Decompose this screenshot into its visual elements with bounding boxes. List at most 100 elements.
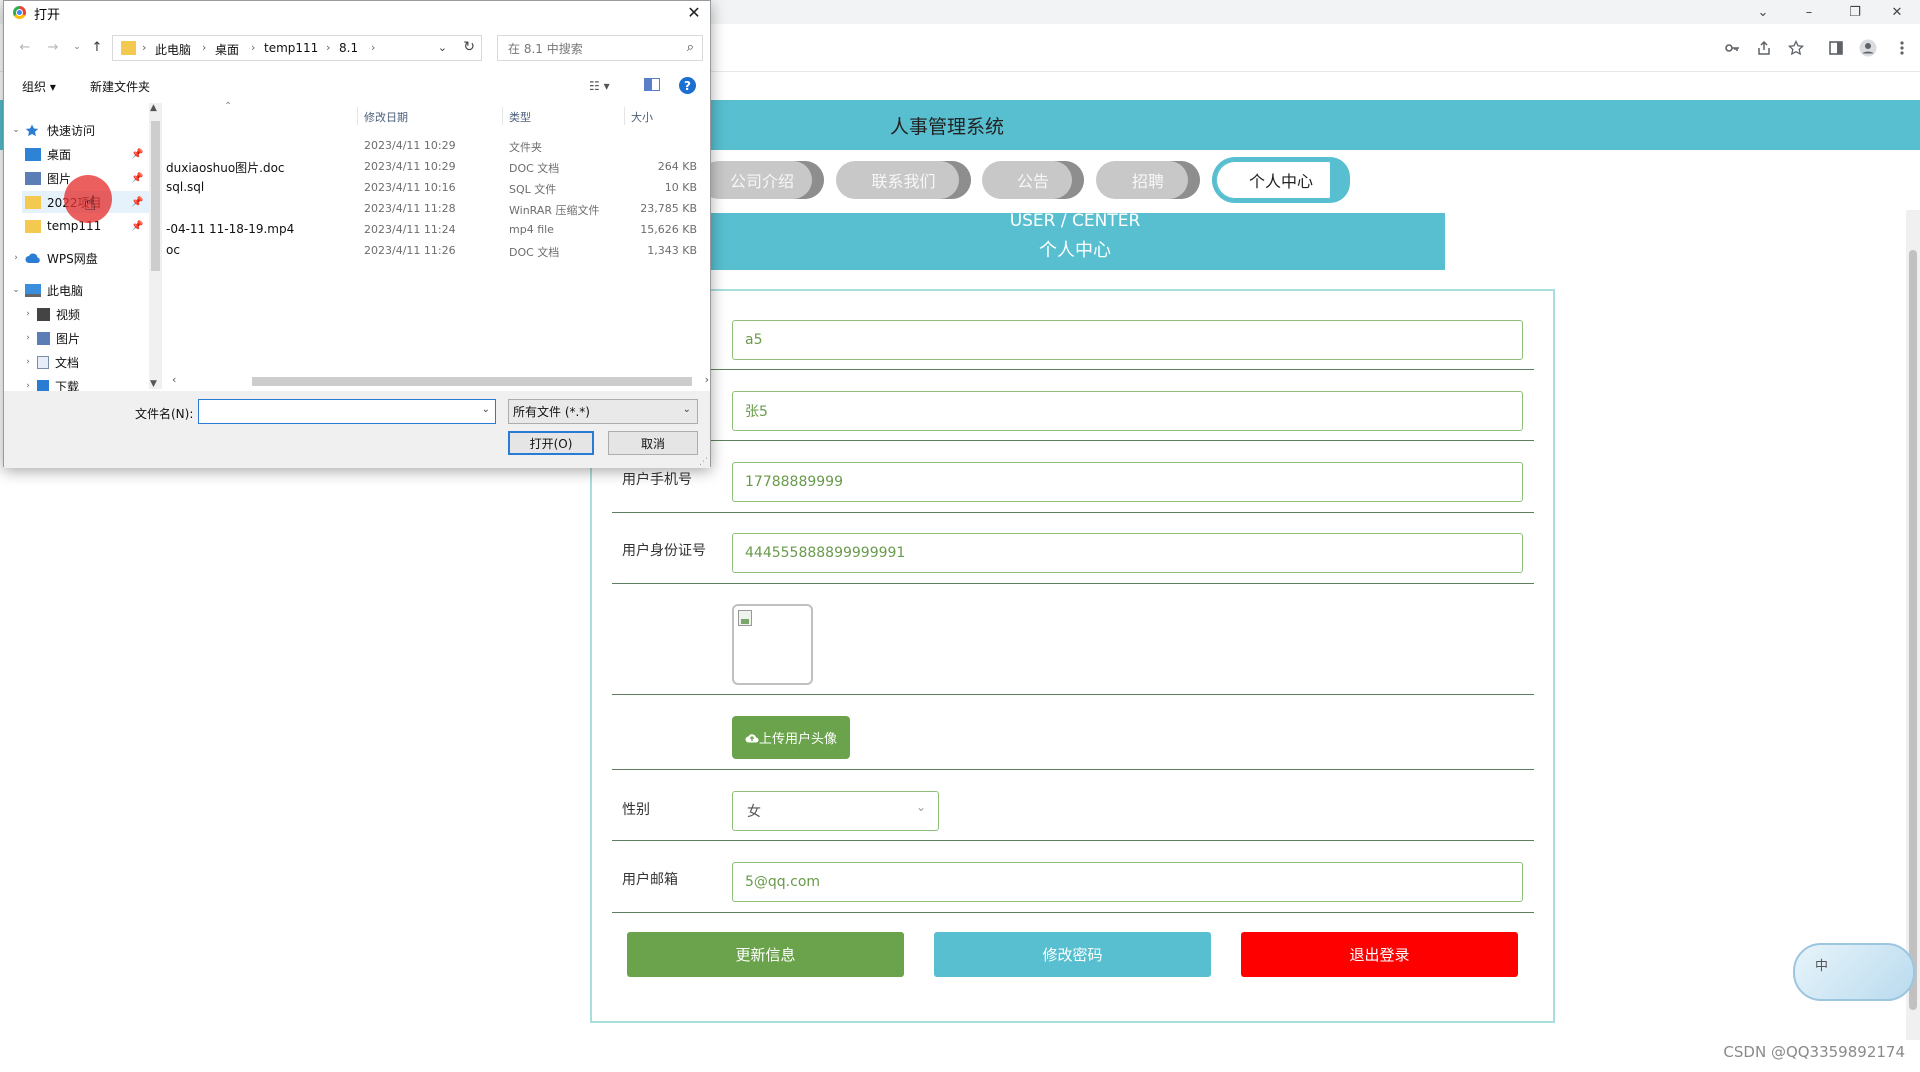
phone-label: 用户手机号	[622, 472, 692, 488]
key-icon[interactable]	[1720, 36, 1744, 60]
column-type[interactable]: 类型	[509, 109, 531, 125]
broken-image-icon	[738, 610, 752, 626]
idcard-field[interactable]: 444555888899999991	[732, 533, 1523, 573]
resize-grip-icon[interactable]: ⋰	[699, 457, 708, 467]
phone-field[interactable]: 17788889999	[732, 462, 1523, 502]
address-bar[interactable]: › 此电脑 › 桌面 › temp111 › 8.1 › ⌄ ↻	[112, 35, 482, 61]
tree-documents[interactable]: › 文档	[22, 351, 150, 373]
file-row[interactable]: oc 2023/4/11 11:26 DOC 文档 1,343 KB	[164, 240, 709, 261]
file-list-header: ⌃ 修改日期 类型 大小	[164, 101, 709, 127]
documents-icon	[37, 355, 49, 369]
tree-wps-cloud[interactable]: › WPS网盘	[10, 247, 150, 269]
chevron-down-icon: ⌄	[682, 404, 691, 415]
tree-quick-access[interactable]: ⌄ 快速访问	[10, 119, 150, 141]
organize-button[interactable]: 组织 ▾	[22, 78, 56, 95]
star-icon[interactable]	[1784, 36, 1808, 60]
upload-avatar-button[interactable]: 上传用户头像	[732, 716, 850, 759]
new-folder-button[interactable]: 新建文件夹	[90, 78, 150, 95]
profile-icon[interactable]	[1856, 36, 1880, 60]
filename-input[interactable]: ⌄	[198, 399, 496, 424]
breadcrumb-temp111[interactable]: temp111	[264, 41, 318, 55]
window-close-button[interactable]: ✕	[1874, 0, 1920, 24]
search-input[interactable]: 在 8.1 中搜索 ⌕	[497, 35, 703, 61]
site-title: 人事管理系统	[890, 116, 1005, 138]
ime-widget[interactable]: 中	[1793, 943, 1915, 1001]
scroll-right-icon[interactable]: ›	[705, 373, 709, 386]
back-arrow-icon[interactable]: ←	[16, 37, 34, 57]
scroll-left-icon[interactable]: ‹	[172, 373, 176, 386]
file-row[interactable]: sql.sql 2023/4/11 10:16 SQL 文件 10 KB	[164, 177, 709, 198]
column-date[interactable]: 修改日期	[364, 109, 408, 125]
dialog-titlebar: 打开 ✕	[4, 1, 710, 25]
row-divider	[612, 694, 1534, 695]
pictures-icon	[25, 171, 41, 185]
tab-search-icon[interactable]: ⌄	[1740, 0, 1786, 24]
view-options-icon[interactable]: ☷ ▾	[589, 79, 610, 93]
nav-tab-personal-center[interactable]: 个人中心	[1216, 157, 1350, 203]
chevron-down-icon[interactable]: ⌄	[438, 41, 447, 54]
email-label: 用户邮箱	[622, 872, 678, 888]
logout-button[interactable]: 退出登录	[1241, 932, 1518, 977]
nav-tab-notice[interactable]: 公告	[982, 161, 1084, 199]
row-divider	[612, 583, 1534, 584]
search-icon: ⌕	[686, 40, 694, 55]
idcard-label: 用户身份证号	[622, 543, 706, 559]
email-field[interactable]: 5@qq.com	[732, 862, 1523, 902]
file-row[interactable]: 2023/4/11 10:29 文件夹	[164, 135, 709, 156]
name-field[interactable]: 张5	[732, 391, 1523, 431]
sidebar-icon[interactable]	[1824, 36, 1848, 60]
forward-arrow-icon[interactable]: →	[44, 37, 62, 57]
pin-icon: 📌	[131, 196, 144, 208]
menu-icon[interactable]	[1890, 36, 1914, 60]
cloud-icon	[25, 252, 41, 265]
filetype-select[interactable]: 所有文件 (*.*) ⌄	[508, 399, 698, 424]
file-row[interactable]: 2023/4/11 11:28 WinRAR 压缩文件 23,785 KB	[164, 198, 709, 219]
update-info-button[interactable]: 更新信息	[627, 932, 904, 977]
close-icon[interactable]: ✕	[678, 1, 710, 23]
file-row[interactable]: -04-11 11-18-19.mp4 2023/4/11 11:24 mp4 …	[164, 219, 709, 240]
gender-select[interactable]: 女 ⌄	[732, 791, 939, 831]
section-banner: USER / CENTER 个人中心	[705, 213, 1445, 270]
recent-chevron-icon[interactable]: ⌄	[68, 37, 86, 57]
row-divider	[612, 512, 1534, 513]
gender-label: 性别	[622, 802, 650, 818]
preview-pane-icon[interactable]	[644, 78, 660, 91]
navigation-pane: ⌄ 快速访问 桌面 📌 图片 📌 2022项目 📌 temp111 📌 ›	[4, 101, 159, 391]
breadcrumb-8-1[interactable]: 8.1	[339, 41, 358, 55]
breadcrumb-desktop[interactable]: 桌面	[215, 41, 239, 58]
nav-tab-recruit[interactable]: 招聘	[1096, 161, 1200, 199]
tree-videos[interactable]: › 视频	[22, 303, 150, 325]
change-password-button[interactable]: 修改密码	[934, 932, 1211, 977]
refresh-icon[interactable]: ↻	[463, 39, 475, 55]
nav-tab-company[interactable]: 公司介绍	[700, 161, 824, 199]
page-scrollbar[interactable]	[1906, 210, 1920, 1040]
minimize-button[interactable]: –	[1786, 0, 1832, 24]
tree-this-pc[interactable]: ⌄ 此电脑	[10, 279, 150, 301]
cancel-button[interactable]: 取消	[608, 431, 698, 455]
tree-downloads[interactable]: › 下载	[22, 375, 150, 391]
banner-title-cn: 个人中心	[1039, 240, 1111, 261]
file-row[interactable]: duxiaoshuo图片.doc 2023/4/11 10:29 DOC 文档 …	[164, 156, 709, 177]
username-field[interactable]: a5	[732, 320, 1523, 360]
tree-pictures-pc[interactable]: › 图片	[22, 327, 150, 349]
nav-pane-scrollbar[interactable]: ▲ ▼	[149, 103, 162, 389]
chevron-down-icon[interactable]: ⌄	[482, 404, 490, 415]
column-size[interactable]: 大小	[631, 109, 653, 125]
share-icon[interactable]	[1752, 36, 1776, 60]
restore-button[interactable]: ❐	[1832, 0, 1878, 24]
open-button[interactable]: 打开(O)	[508, 431, 594, 455]
pin-icon: 📌	[131, 172, 144, 184]
up-arrow-icon[interactable]: ↑	[88, 37, 106, 57]
row-divider	[612, 912, 1534, 913]
chevron-down-icon: ⌄	[915, 800, 926, 814]
file-list-horizontal-scrollbar[interactable]: ‹ ›	[167, 373, 709, 389]
tree-desktop[interactable]: 桌面 📌	[22, 143, 150, 165]
desktop-icon	[25, 147, 41, 161]
help-icon[interactable]: ?	[679, 77, 696, 94]
breadcrumb-this-pc[interactable]: 此电脑	[155, 41, 191, 58]
watermark: CSDN @QQ3359892174	[1723, 1043, 1905, 1061]
pictures-icon	[37, 331, 50, 345]
pin-icon: 📌	[131, 220, 144, 232]
chrome-icon	[13, 6, 26, 19]
nav-tab-contact[interactable]: 联系我们	[836, 161, 971, 199]
